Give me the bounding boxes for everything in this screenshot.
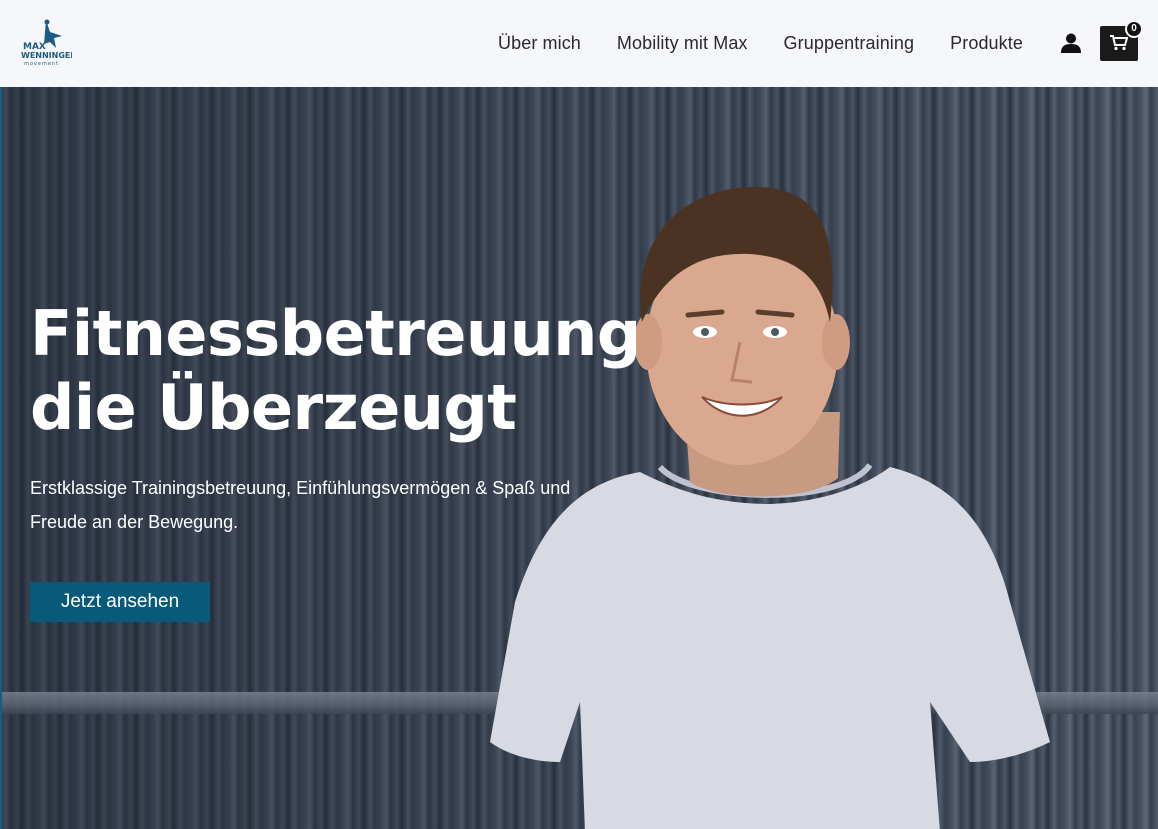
- logo-line3: movement: [24, 61, 59, 67]
- nav-item-ueber-mich[interactable]: Über mich: [498, 33, 581, 54]
- logo-figure-icon: MAX WENNINGER movement: [21, 19, 72, 67]
- account-button[interactable]: [1060, 32, 1082, 54]
- main-nav: Über mich Mobility mit Max Gruppentraini…: [498, 0, 1023, 87]
- nav-item-mobility-mit-max[interactable]: Mobility mit Max: [617, 33, 748, 54]
- nav-item-gruppentraining[interactable]: Gruppentraining: [784, 33, 915, 54]
- hero-section: Fitnessbetreuung die Überzeugt Erstklass…: [0, 87, 1158, 829]
- left-edge-accent: [0, 87, 2, 829]
- user-icon: [1061, 33, 1081, 53]
- nav-item-produkte[interactable]: Produkte: [950, 33, 1023, 54]
- hero-text-block: Fitnessbetreuung die Überzeugt Erstklass…: [30, 297, 650, 539]
- cart-count-badge: 0: [1125, 20, 1143, 38]
- jetzt-ansehen-button[interactable]: Jetzt ansehen: [30, 582, 210, 622]
- hero-title: Fitnessbetreuung die Überzeugt: [30, 297, 641, 444]
- site-logo[interactable]: MAX WENNINGER movement: [20, 18, 72, 68]
- hero-subtitle: Erstklassige Trainingsbetreuung, Einfühl…: [30, 478, 571, 532]
- cart-icon: [1110, 35, 1128, 51]
- cart-button[interactable]: 0: [1100, 20, 1143, 61]
- logo-line2: WENNINGER: [21, 51, 72, 60]
- site-header: MAX WENNINGER movement Über mich Mobilit…: [0, 0, 1158, 87]
